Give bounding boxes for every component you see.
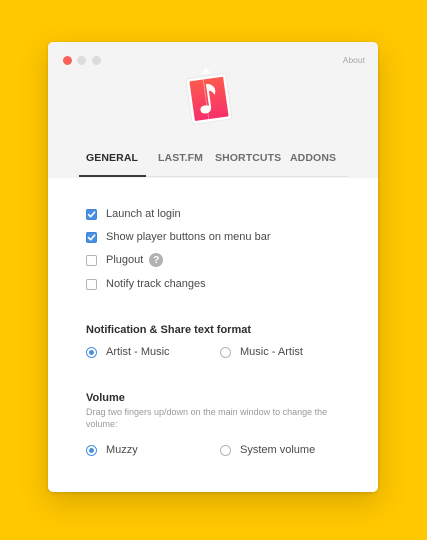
show-player-buttons-option[interactable]: Show player buttons on menu bar bbox=[86, 230, 271, 244]
volume-description: Drag two fingers up/down on the main win… bbox=[86, 407, 328, 429]
system-volume-radio[interactable] bbox=[220, 444, 231, 456]
preferences-window: About GENERAL LAST.FM SHORTCUTS ADDONS L… bbox=[48, 42, 378, 492]
volume-title: Volume bbox=[86, 392, 125, 404]
tab-addons[interactable]: ADDONS bbox=[290, 152, 336, 164]
music-artist-radio[interactable] bbox=[220, 346, 231, 358]
zoom-window-button[interactable] bbox=[92, 56, 101, 65]
share-format-title: Notification & Share text format bbox=[86, 324, 252, 336]
artist-music-label: Artist - Music bbox=[106, 346, 170, 358]
tab-lastfm[interactable]: LAST.FM bbox=[158, 152, 203, 164]
tab-divider bbox=[146, 176, 348, 177]
show-player-buttons-checkbox[interactable] bbox=[86, 231, 97, 243]
muzzy-volume-option[interactable]: Muzzy bbox=[86, 443, 138, 457]
close-window-button[interactable] bbox=[63, 56, 72, 65]
notify-track-changes-option[interactable]: Notify track changes bbox=[86, 277, 206, 291]
plugout-checkbox[interactable] bbox=[86, 254, 97, 266]
checkmark-icon bbox=[87, 233, 96, 240]
launch-at-login-label: Launch at login bbox=[106, 208, 181, 220]
notify-track-changes-checkbox[interactable] bbox=[86, 278, 97, 290]
show-player-buttons-label: Show player buttons on menu bar bbox=[106, 231, 271, 243]
tab-general[interactable]: GENERAL bbox=[86, 152, 138, 164]
question-mark-icon[interactable]: ? bbox=[149, 253, 164, 267]
plugout-option[interactable]: Plugout ? bbox=[86, 253, 164, 267]
muzzy-volume-radio[interactable] bbox=[86, 444, 97, 456]
tab-bar: GENERAL LAST.FM SHORTCUTS ADDONS bbox=[48, 152, 378, 178]
artist-music-radio[interactable] bbox=[86, 346, 97, 358]
system-volume-label: System volume bbox=[240, 444, 316, 456]
music-note-app-icon bbox=[185, 67, 233, 125]
artist-music-option[interactable]: Artist - Music bbox=[86, 345, 170, 359]
system-volume-option[interactable]: System volume bbox=[220, 443, 315, 457]
notify-track-changes-label: Notify track changes bbox=[106, 278, 206, 290]
checkmark-icon bbox=[87, 210, 96, 217]
plugout-label: Plugout bbox=[106, 254, 144, 266]
launch-at-login-option[interactable]: Launch at login bbox=[86, 207, 181, 221]
muzzy-volume-label: Muzzy bbox=[106, 444, 138, 456]
window-header: About GENERAL LAST.FM SHORTCUTS ADDONS bbox=[48, 42, 378, 178]
about-link[interactable]: About bbox=[343, 55, 365, 65]
active-tab-indicator bbox=[79, 175, 146, 177]
tab-shortcuts[interactable]: SHORTCUTS bbox=[215, 152, 281, 164]
music-artist-option[interactable]: Music - Artist bbox=[220, 345, 303, 359]
music-artist-label: Music - Artist bbox=[240, 346, 303, 358]
launch-at-login-checkbox[interactable] bbox=[86, 208, 97, 220]
minimize-window-button[interactable] bbox=[77, 56, 86, 65]
